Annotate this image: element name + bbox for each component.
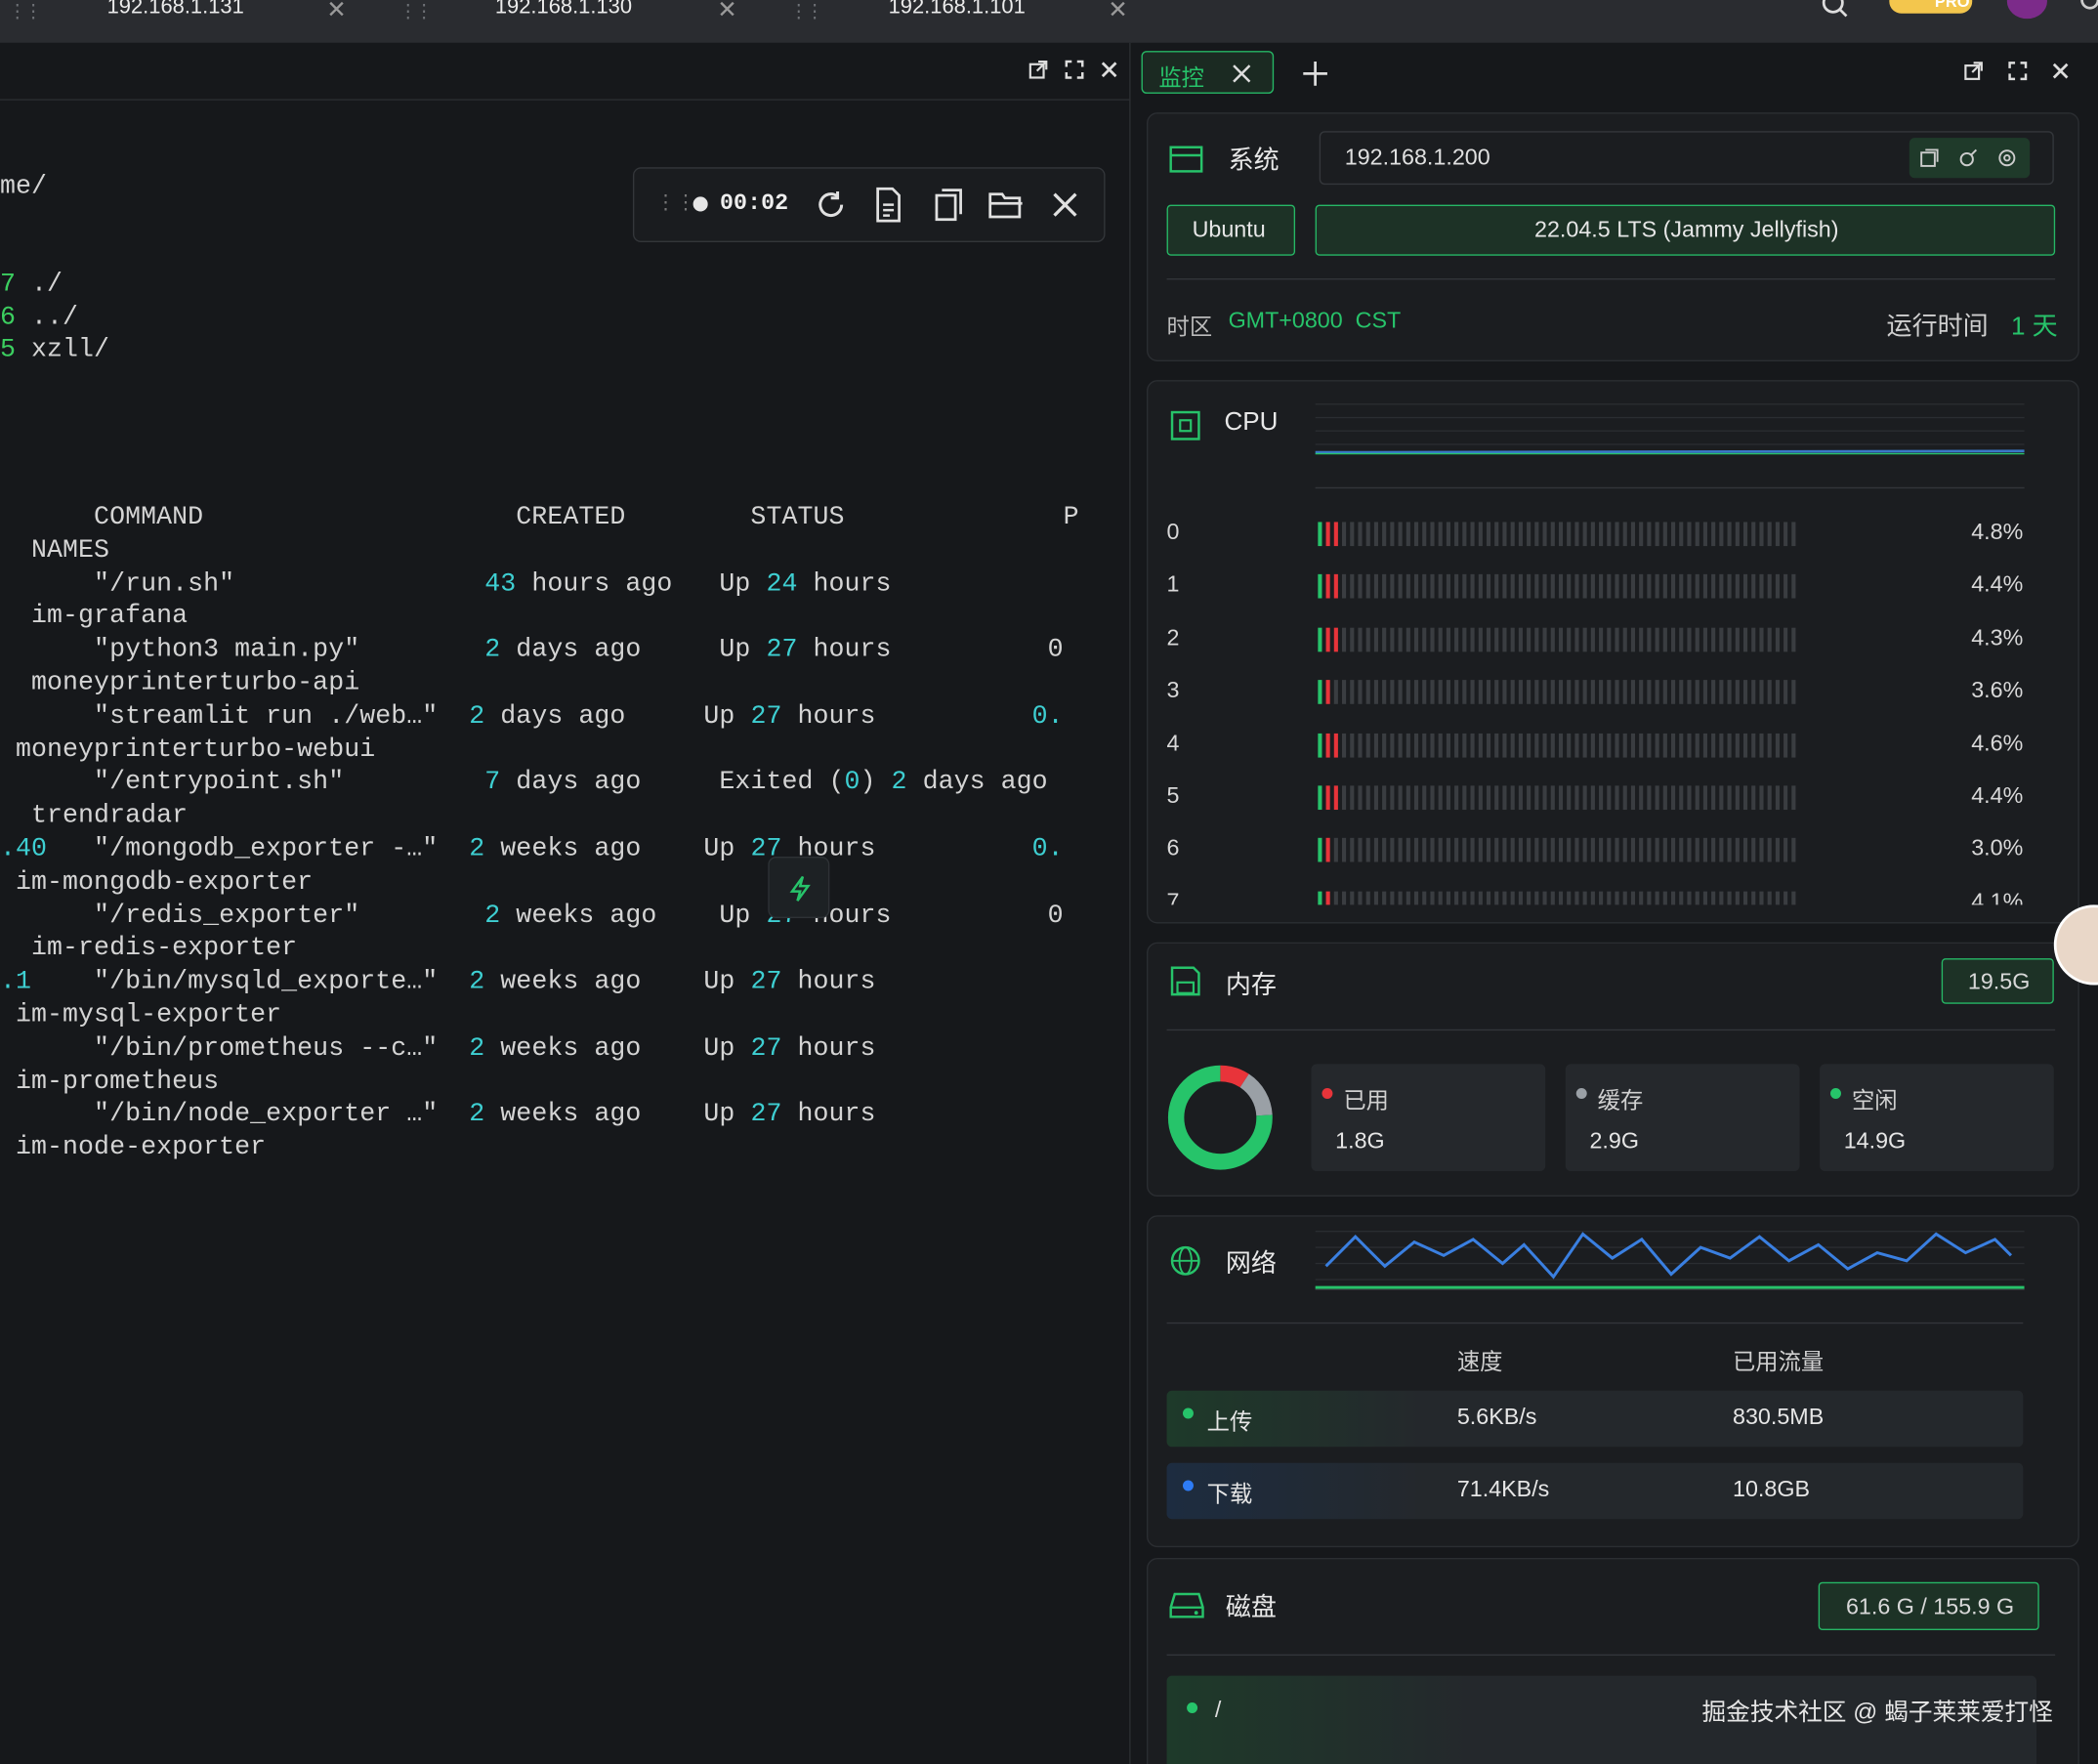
- cache-label: 缓存: [1597, 1088, 1644, 1114]
- disk-usage: 61.6 G / 155.9 G: [1845, 1594, 2015, 1620]
- download-label: 下载: [1206, 1481, 1253, 1507]
- cpu-core-pct: 4.6%: [1971, 730, 2024, 756]
- cpu-core-id: 3: [1166, 677, 1180, 703]
- disk-label: 磁盘: [1225, 1594, 1277, 1622]
- cpu-core-id: 1: [1166, 571, 1180, 598]
- download-row: 下载 71.4KB/s 10.8GB: [1166, 1462, 2024, 1520]
- terminal-text: .1: [0, 966, 32, 996]
- used-dot-icon: [1322, 1088, 1333, 1100]
- cpu-core-bar: [1318, 838, 1802, 863]
- mount-dot-icon: [1187, 1702, 1198, 1713]
- terminal-text: hours: [781, 1099, 876, 1129]
- network-chart: [1315, 1230, 2025, 1289]
- cpu-core-bar: [1318, 522, 1802, 547]
- terminal-text: 2: [469, 966, 485, 996]
- memory-donut: [1167, 1065, 1273, 1170]
- terminal-line: im-node-exporter: [0, 1133, 266, 1162]
- terminal-line: im-mysql-exporter: [0, 1000, 281, 1029]
- cpu-core-pct: 4.3%: [1971, 624, 2024, 651]
- cpu-core-id: 0: [1166, 519, 1180, 545]
- network-label: 网络: [1225, 1249, 1277, 1279]
- upload-row: 上传 5.6KB/s 830.5MB: [1166, 1390, 2024, 1448]
- cpu-core-pct: 4.8%: [1971, 519, 2024, 545]
- terminal-line: im-prometheus: [0, 1067, 219, 1096]
- terminal-text: im-redis-exporter: [0, 933, 298, 963]
- terminal-text: 2: [469, 1099, 485, 1129]
- terminal-text: im-node-exporter: [0, 1132, 267, 1162]
- cpu-core-pct: 4.4%: [1971, 782, 2024, 809]
- speed-header: 速度: [1456, 1349, 1503, 1375]
- cache-dot-icon: [1575, 1088, 1587, 1100]
- traffic-header: 已用流量: [1733, 1349, 1825, 1375]
- upload-label: 上传: [1206, 1408, 1253, 1435]
- used-value: 1.8G: [1335, 1128, 1385, 1155]
- cpu-core-bar: [1318, 574, 1802, 600]
- cpu-core-pct: 4.4%: [1971, 571, 2024, 598]
- terminal-line: im-redis-exporter: [0, 934, 297, 963]
- terminal-text: 27: [750, 966, 782, 996]
- terminal-text: "/bin/mysqld_exporte…": [31, 966, 470, 996]
- free-dot-icon: [1830, 1088, 1841, 1100]
- terminal-line: .1 "/bin/mysqld_exporte…" 2 weeks ago Up…: [0, 967, 876, 996]
- cpu-core-bar: [1318, 891, 1802, 905]
- terminal-text: 2: [469, 1032, 485, 1063]
- cpu-core-list: 0 4.8% 1 4.4% 2 4.3% 3 3.6% 4 4.6% 5 4.4% 6 3.0% 7 4.1%: [0, 0, 2098, 905]
- divider: [1166, 1029, 2056, 1031]
- globe-icon: [1170, 1245, 1200, 1276]
- save-icon: [1170, 966, 1200, 996]
- upload-traffic: 830.5MB: [1733, 1404, 1825, 1430]
- divider: [1315, 1288, 2025, 1290]
- memory-used-box: 已用 1.8G: [1311, 1064, 1546, 1172]
- cpu-core-bar: [1318, 680, 1802, 705]
- cpu-core-pct: 4.1%: [1971, 888, 2024, 905]
- cpu-core-bar: [1318, 785, 1802, 811]
- watermark: 掘金技术社区 @ 蝎子莱莱爱打怪: [1701, 1698, 2053, 1726]
- cpu-core-pct: 3.0%: [1971, 835, 2024, 861]
- cpu-core-id: 6: [1166, 835, 1180, 861]
- download-speed: 71.4KB/s: [1456, 1476, 1550, 1502]
- disk-usage-badge: 61.6 G / 155.9 G: [1818, 1581, 2039, 1631]
- terminal-line: "/bin/node_exporter …" 2 weeks ago Up 27…: [0, 1100, 876, 1129]
- download-traffic: 10.8GB: [1733, 1476, 1811, 1502]
- used-label: 已用: [1343, 1088, 1389, 1114]
- upload-speed: 5.6KB/s: [1456, 1404, 1537, 1430]
- cpu-core-id: 7: [1166, 888, 1180, 905]
- memory-free-box: 空闲 14.9G: [1820, 1064, 2054, 1172]
- disk-icon: [1169, 1592, 1204, 1618]
- upload-dot-icon: [1182, 1407, 1194, 1419]
- terminal-text: 27: [750, 1099, 782, 1129]
- terminal-text: weeks ago Up: [484, 966, 751, 996]
- memory-label: 内存: [1225, 971, 1277, 1000]
- terminal-text: "/bin/node_exporter …": [0, 1099, 470, 1129]
- memory-total-badge: 19.5G: [1941, 958, 2054, 1004]
- terminal-line: "/bin/prometheus --c…" 2 weeks ago Up 27…: [0, 1033, 876, 1063]
- cpu-core-pct: 3.6%: [1971, 677, 2024, 703]
- cpu-core-id: 2: [1166, 624, 1180, 651]
- download-dot-icon: [1182, 1480, 1194, 1491]
- cpu-core-id: 4: [1166, 730, 1180, 756]
- cpu-core-bar: [1318, 733, 1802, 758]
- memory-total: 19.5G: [1967, 969, 2031, 995]
- terminal-text: "/bin/prometheus --c…": [0, 1032, 470, 1063]
- terminal-text: weeks ago Up: [484, 1032, 751, 1063]
- terminal-text: im-mysql-exporter: [0, 999, 282, 1029]
- cache-value: 2.9G: [1589, 1128, 1639, 1155]
- cpu-core-bar: [1318, 627, 1802, 652]
- cpu-core-id: 5: [1166, 782, 1180, 809]
- free-value: 14.9G: [1843, 1128, 1907, 1155]
- memory-cache-box: 缓存 2.9G: [1565, 1064, 1800, 1172]
- terminal-text: weeks ago Up: [484, 1099, 751, 1129]
- terminal-text: hours: [781, 966, 876, 996]
- mount-path: /: [1214, 1697, 1222, 1723]
- divider: [1166, 1654, 2056, 1657]
- free-label: 空闲: [1851, 1088, 1898, 1114]
- terminal-text: im-prometheus: [0, 1066, 220, 1096]
- terminal-text: hours: [781, 1032, 876, 1063]
- terminal-text: 27: [750, 1032, 782, 1063]
